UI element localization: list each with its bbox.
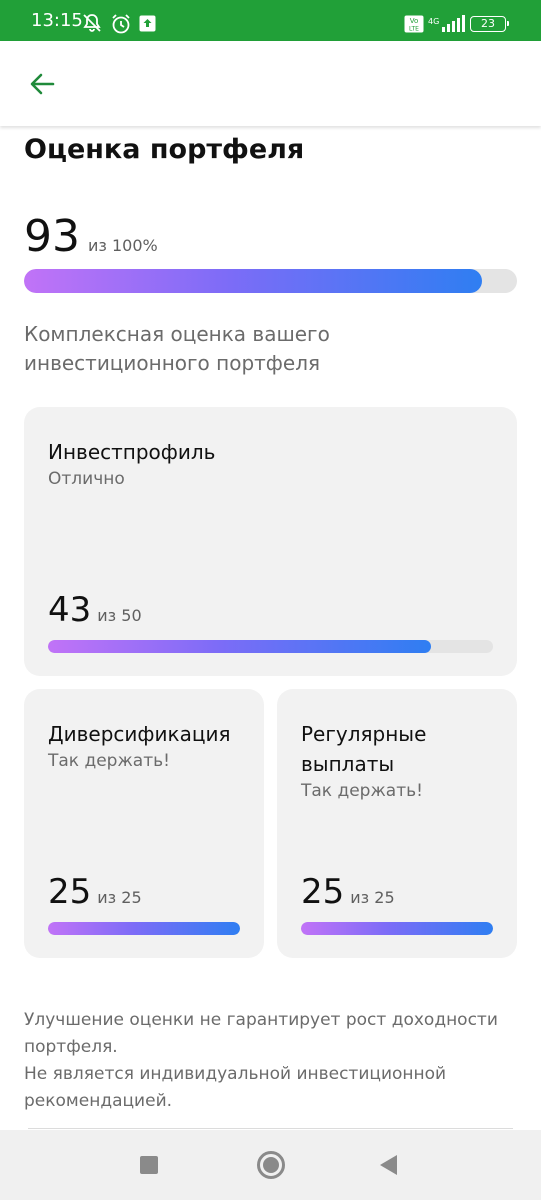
overall-progress-bar [24, 269, 517, 293]
svg-text:Vo: Vo [410, 17, 419, 25]
overall-score-max: из 100% [88, 236, 158, 255]
home-icon[interactable] [257, 1151, 285, 1179]
app-bar [0, 41, 541, 126]
disclaimer: Улучшение оценки не гарантирует рост дох… [24, 1007, 514, 1115]
signal-icon [441, 15, 465, 37]
back-button[interactable] [22, 64, 62, 104]
card-score-max: из 25 [350, 888, 395, 907]
card-progress-fill [48, 640, 431, 653]
system-nav-bar [0, 1130, 541, 1200]
svg-text:4G: 4G [428, 17, 439, 26]
battery-icon: 23 [470, 16, 509, 32]
disclaimer-line: Улучшение оценки не гарантирует рост дох… [24, 1010, 498, 1057]
back-triangle-icon[interactable] [380, 1155, 397, 1175]
alarm-icon [110, 13, 132, 39]
card-title: Диверсификация [48, 722, 231, 746]
status-bar: 13:15 Vo LTE 4G 23 [0, 0, 541, 41]
card-status: Так держать! [301, 781, 423, 801]
card-score-max: из 50 [97, 606, 142, 625]
card-title: Регулярные выплаты [301, 722, 427, 776]
card-score-value: 43 [48, 590, 92, 630]
card-status: Отлично [48, 469, 125, 489]
notifications-off-icon [82, 13, 102, 37]
card-score: 25 из 25 [301, 873, 395, 911]
card-progress-fill [48, 922, 240, 935]
network-type-icon: 4G [428, 12, 442, 31]
card-progress-bar [48, 922, 240, 935]
card-status: Так держать! [48, 751, 170, 771]
card-score: 25 из 25 [48, 873, 142, 911]
card-investprofile[interactable]: Инвестпрофиль Отлично 43 из 50 [24, 407, 517, 676]
overall-score: 93 из 100% [24, 213, 158, 261]
divider [28, 1128, 513, 1129]
status-time: 13:15 [31, 10, 83, 31]
card-progress-bar [301, 922, 493, 935]
card-score: 43 из 50 [48, 591, 142, 629]
disclaimer-line: Не является индивидуальной инвестиционно… [24, 1064, 447, 1111]
card-score-value: 25 [301, 872, 345, 912]
svg-text:LTE: LTE [409, 26, 419, 33]
volte-icon: Vo LTE [404, 15, 424, 37]
page-title: Оценка портфеля [24, 134, 305, 165]
overall-score-value: 93 [24, 211, 80, 262]
card-progress-bar [48, 640, 493, 653]
upload-icon [139, 15, 156, 36]
recent-apps-icon[interactable] [140, 1156, 158, 1174]
arrow-left-icon [30, 73, 55, 95]
card-score-max: из 25 [97, 888, 142, 907]
card-title: Инвестпрофиль [48, 440, 216, 464]
card-regular-payments[interactable]: Регулярные выплаты Так держать! 25 из 25 [277, 689, 517, 958]
overall-progress-fill [24, 269, 483, 293]
card-score-value: 25 [48, 872, 92, 912]
page-subtitle: Комплексная оценка вашего инвестиционног… [24, 322, 330, 375]
card-diversification[interactable]: Диверсификация Так держать! 25 из 25 [24, 689, 264, 958]
card-progress-fill [301, 922, 493, 935]
